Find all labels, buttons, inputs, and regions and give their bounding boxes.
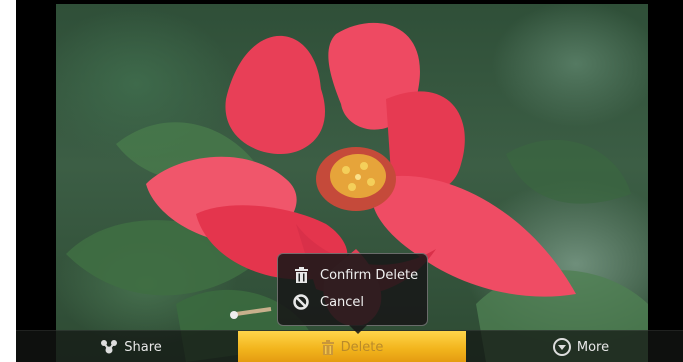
more-button[interactable]: More — [526, 331, 636, 362]
trash-icon — [321, 339, 335, 355]
chevron-down-circle-icon — [552, 338, 571, 356]
share-button[interactable]: Share — [76, 331, 186, 362]
more-label: More — [576, 339, 610, 355]
confirm-delete-menu-item[interactable]: Confirm Delete — [278, 261, 427, 289]
share-icon — [100, 340, 118, 354]
popup-pointer — [349, 325, 367, 334]
share-label: Share — [124, 339, 162, 355]
trash-icon — [291, 267, 311, 283]
confirm-delete-label: Confirm Delete — [320, 267, 419, 283]
cancel-label: Cancel — [320, 294, 365, 310]
bottom-action-bar: Share Delete More — [16, 330, 683, 362]
delete-confirm-popup: Confirm Delete Cancel — [277, 253, 428, 326]
delete-label: Delete — [340, 339, 384, 355]
cancel-menu-item[interactable]: Cancel — [278, 288, 427, 316]
gallery-screen: Share Delete More Confirm Delete Cancel — [16, 0, 683, 362]
delete-button[interactable]: Delete — [238, 331, 466, 362]
block-icon — [291, 294, 311, 310]
